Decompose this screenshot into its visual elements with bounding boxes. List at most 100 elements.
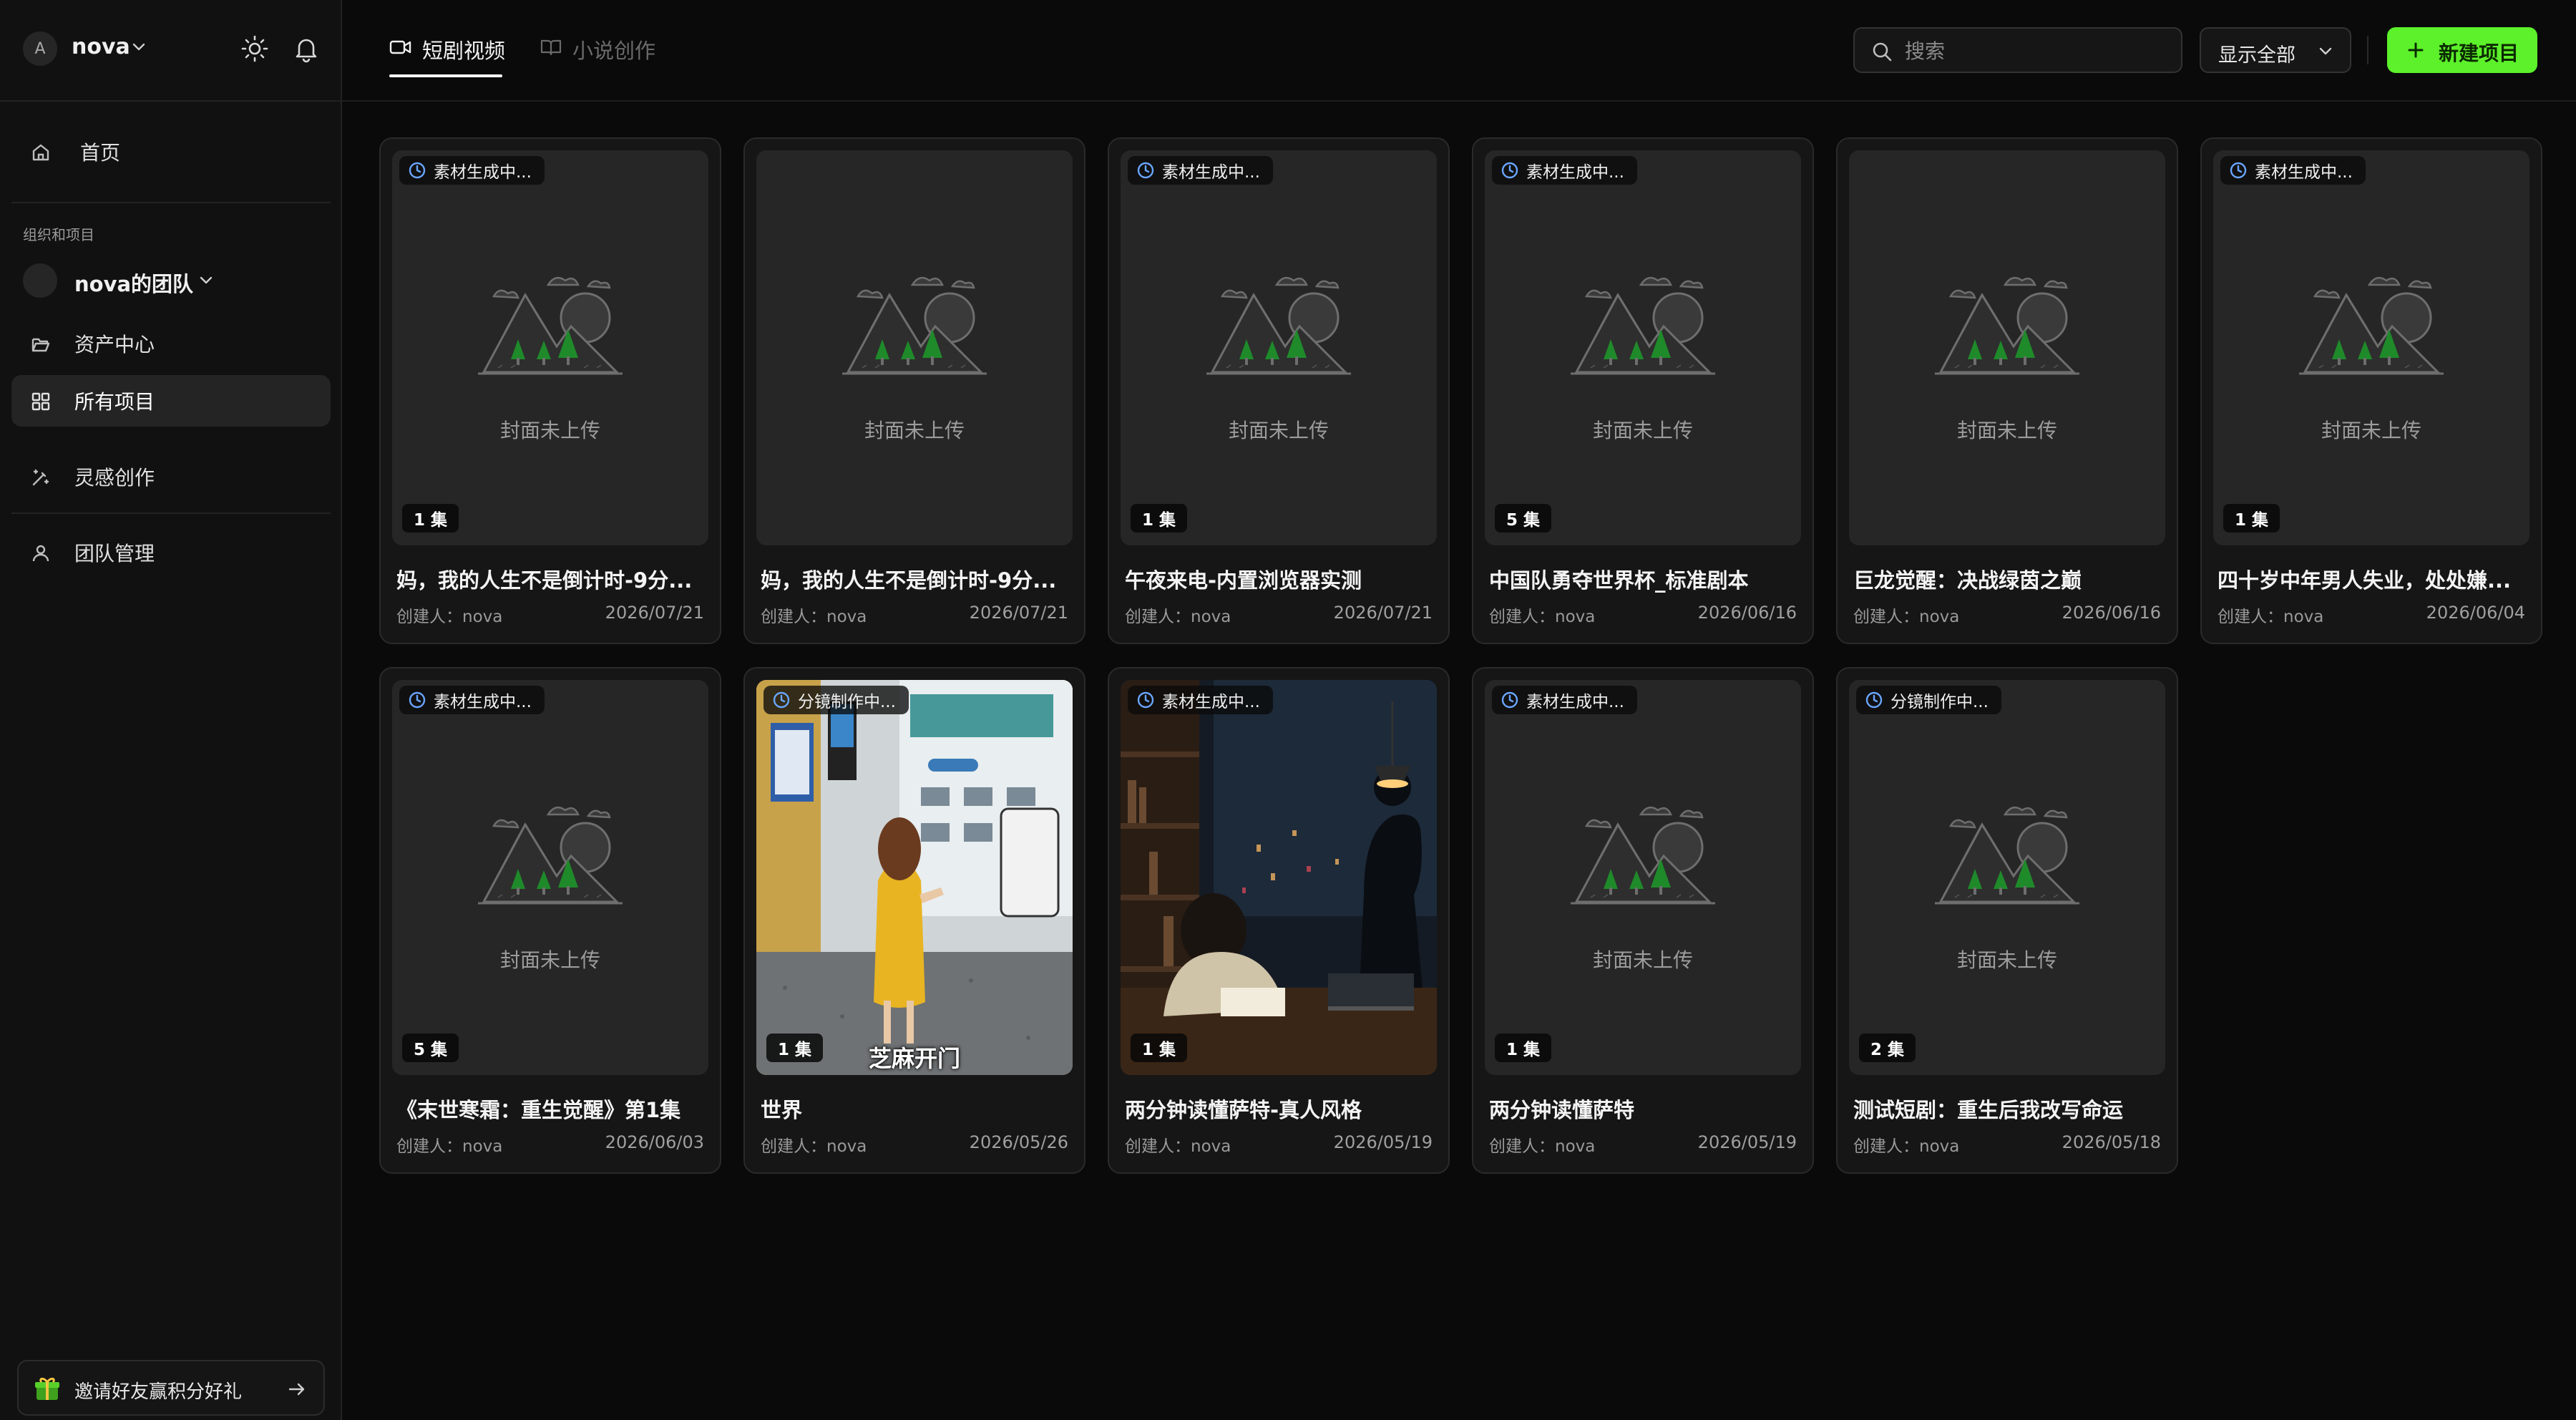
status-label: 素材生成中... — [1526, 163, 1624, 182]
sidebar-divider — [11, 202, 331, 203]
project-card[interactable]: 封面未上传 素材生成中... 1 集 两分钟读懂萨特 创建人：nova 2026… — [1472, 667, 1814, 1174]
project-cover[interactable]: 封面未上传 素材生成中... 1 集 — [392, 150, 708, 545]
clock-icon — [1501, 162, 1518, 179]
project-title[interactable]: 妈，我的人生不是倒计时-9分... — [396, 564, 711, 594]
project-title[interactable]: 两分钟读懂萨特-真人风格 — [1125, 1094, 1440, 1124]
arrow-right-icon — [288, 1383, 305, 1396]
project-cover[interactable]: 芝麻开门 分镜制作中... 1 集 — [756, 680, 1073, 1075]
project-creator: 创建人：nova — [396, 1137, 503, 1156]
project-cover[interactable]: 封面未上传 素材生成中... 5 集 — [392, 680, 708, 1075]
new-project-button[interactable]: 新建项目 — [2387, 27, 2537, 73]
invite-label: 邀请好友赢积分好礼 — [74, 1381, 243, 1403]
image-placeholder-icon — [1935, 806, 2079, 905]
project-cover[interactable]: 封面未上传 — [1849, 150, 2165, 545]
project-date: 2026/05/18 — [2062, 1132, 2161, 1152]
sidebar-item-all-projects[interactable]: 所有项目 — [11, 375, 331, 427]
project-title[interactable]: 四十岁中年男人失业，处处嫌... — [2218, 564, 2532, 594]
project-card[interactable]: 封面未上传 分镜制作中... 2 集 测试短剧：重生后我改写命运 创建人：nov… — [1836, 667, 2178, 1174]
project-cover[interactable]: 封面未上传 素材生成中... 1 集 — [2213, 150, 2529, 545]
project-cover[interactable]: 素材生成中... 1 集 — [1121, 680, 1437, 1075]
project-card[interactable]: 封面未上传 巨龙觉醒：决战绿茵之巅 创建人：nova 2026/06/16 — [1836, 137, 2178, 644]
project-card[interactable]: 封面未上传 素材生成中... 5 集 中国队勇夺世界杯_标准剧本 创建人：nov… — [1472, 137, 1814, 644]
clock-icon — [1137, 691, 1154, 709]
status-badge: 分镜制作中... — [763, 686, 909, 714]
project-card[interactable]: 封面未上传 素材生成中... 1 集 四十岁中年男人失业，处处嫌... 创建人：… — [2200, 137, 2542, 644]
chevron-down-icon[interactable] — [130, 39, 147, 56]
project-cover[interactable]: 封面未上传 — [756, 150, 1073, 545]
project-creator: 创建人：nova — [1125, 1137, 1231, 1156]
cover-placeholder-text: 封面未上传 — [499, 948, 600, 972]
status-label: 分镜制作中... — [1890, 693, 1989, 711]
project-title[interactable]: 两分钟读懂萨特 — [1489, 1094, 1804, 1124]
clock-icon — [409, 162, 426, 179]
sidebar-item-home[interactable]: 首页 — [11, 126, 331, 178]
sidebar-item-label: 资产中心 — [74, 333, 155, 356]
filter-select-value: 显示全部 — [2218, 44, 2296, 67]
project-creator: 创建人：nova — [2218, 608, 2324, 626]
project-creator: 创建人：nova — [1125, 608, 1231, 626]
project-title[interactable]: 午夜来电-内置浏览器实测 — [1125, 564, 1440, 594]
project-card[interactable]: 芝麻开门 分镜制作中... 1 集 世界 创建人：nova 2026/05/26 — [743, 667, 1085, 1174]
filter-select[interactable]: 显示全部 — [2200, 27, 2351, 73]
cover-placeholder-text: 封面未上传 — [1592, 948, 1693, 972]
sidebar-item-inspiration[interactable]: 灵感创作 — [11, 451, 331, 502]
project-title[interactable]: 世界 — [761, 1094, 1075, 1124]
chevron-down-icon[interactable] — [197, 272, 215, 289]
status-label: 分镜制作中... — [798, 693, 896, 711]
project-title[interactable]: 测试短剧：重生后我改写命运 — [1853, 1094, 2168, 1124]
home-icon — [32, 144, 49, 161]
project-cover[interactable]: 封面未上传 素材生成中... 1 集 — [1485, 680, 1801, 1075]
project-creator: 创建人：nova — [1489, 608, 1596, 626]
episode-count-badge: 1 集 — [766, 1034, 824, 1062]
status-badge: 素材生成中... — [399, 156, 545, 185]
image-placeholder-icon — [2299, 276, 2444, 375]
project-creator: 创建人：nova — [1853, 1137, 1960, 1156]
sidebar-item-assets[interactable]: 资产中心 — [11, 318, 331, 369]
clock-icon — [773, 691, 790, 709]
sidebar-item-label: 首页 — [80, 141, 121, 165]
project-card[interactable]: 素材生成中... 1 集 两分钟读懂萨特-真人风格 创建人：nova 2026/… — [1108, 667, 1450, 1174]
project-title[interactable]: 中国队勇夺世界杯_标准剧本 — [1489, 564, 1804, 594]
sidebar-item-label: 团队管理 — [74, 542, 155, 565]
project-creator: 创建人：nova — [761, 1137, 867, 1156]
image-placeholder-icon — [478, 276, 623, 375]
episode-count-badge: 1 集 — [1131, 504, 1188, 532]
user-avatar[interactable]: A — [23, 31, 57, 66]
gift-icon — [35, 1377, 59, 1400]
team-name[interactable]: nova的团队 — [74, 268, 193, 298]
project-date: 2026/06/16 — [1697, 603, 1797, 623]
project-card[interactable]: 封面未上传 素材生成中... 5 集 《末世寒霜：重生觉醒》第1集 创建人：no… — [379, 667, 721, 1174]
status-label: 素材生成中... — [434, 693, 532, 711]
bell-icon[interactable] — [291, 33, 322, 64]
search-input[interactable] — [1905, 39, 2170, 63]
project-cover[interactable]: 封面未上传 素材生成中... 5 集 — [1485, 150, 1801, 545]
invite-banner[interactable]: 邀请好友赢积分好礼 — [17, 1360, 325, 1416]
image-placeholder-icon — [478, 806, 623, 905]
user-name[interactable]: nova — [72, 34, 130, 59]
sidebar: A nova 首页 组织和项目 nova的团队 资产中心 所有项目 灵感创作 团… — [0, 0, 342, 1420]
plus-icon — [2408, 42, 2424, 58]
project-title[interactable]: 巨龙觉醒：决战绿茵之巅 — [1853, 564, 2168, 594]
project-cover[interactable]: 封面未上传 素材生成中... 1 集 — [1121, 150, 1437, 545]
status-badge: 素材生成中... — [1128, 156, 1273, 185]
project-date: 2026/05/26 — [969, 1132, 1068, 1152]
cover-placeholder-text: 封面未上传 — [1592, 419, 1693, 442]
status-label: 素材生成中... — [1162, 163, 1260, 182]
sun-icon[interactable] — [239, 33, 270, 64]
new-project-label: 新建项目 — [2439, 42, 2519, 65]
user-icon — [32, 545, 49, 562]
project-card[interactable]: 封面未上传 素材生成中... 1 集 午夜来电-内置浏览器实测 创建人：nova… — [1108, 137, 1450, 644]
project-title[interactable]: 《末世寒霜：重生觉醒》第1集 — [396, 1094, 711, 1124]
sidebar-item-team[interactable]: 团队管理 — [11, 527, 331, 578]
episode-count-badge: 1 集 — [1495, 1034, 1552, 1062]
project-card[interactable]: 封面未上传 素材生成中... 1 集 妈，我的人生不是倒计时-9分... 创建人… — [379, 137, 721, 644]
project-card[interactable]: 封面未上传 妈，我的人生不是倒计时-9分... 创建人：nova 2026/07… — [743, 137, 1085, 644]
project-title[interactable]: 妈，我的人生不是倒计时-9分... — [761, 564, 1075, 594]
video-icon — [389, 40, 411, 54]
search-box[interactable] — [1853, 27, 2182, 73]
project-creator: 创建人：nova — [761, 608, 867, 626]
cover-placeholder-text: 封面未上传 — [1956, 948, 2057, 972]
team-avatar[interactable] — [23, 263, 57, 298]
sidebar-group-title: 组织和项目 — [23, 226, 94, 243]
project-cover[interactable]: 封面未上传 分镜制作中... 2 集 — [1849, 680, 2165, 1075]
